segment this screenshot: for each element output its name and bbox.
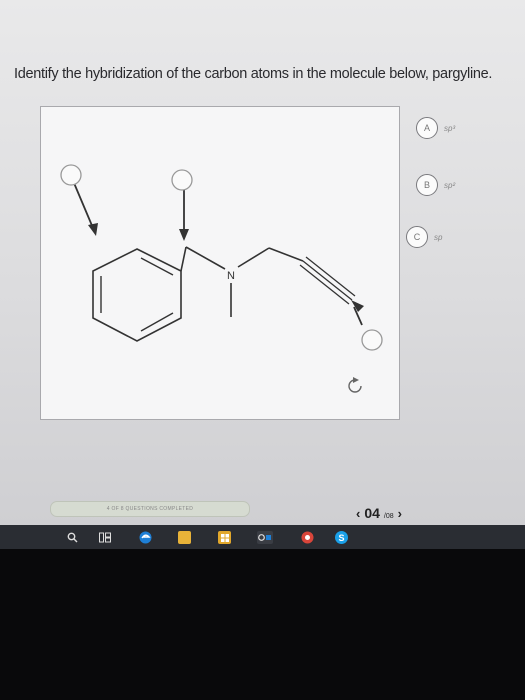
question-text: Identify the hybridization of the carbon… xyxy=(14,66,493,82)
choice-c[interactable]: C sp xyxy=(406,226,442,248)
search-icon[interactable] xyxy=(66,531,79,544)
bond-ch2-n xyxy=(185,246,226,270)
molecule-drawing-area[interactable]: N xyxy=(40,106,400,420)
taskbar: S xyxy=(0,525,525,549)
screen: Identify the hybridization of the carbon… xyxy=(0,0,525,525)
progress-indicator: 4 OF 8 QUESTIONS COMPLETED xyxy=(50,501,250,517)
choice-a-label: sp³ xyxy=(444,123,456,133)
next-question-button[interactable]: › xyxy=(398,506,402,521)
triple-bond-c xyxy=(299,264,350,305)
task-view-icon[interactable] xyxy=(98,531,111,544)
skype-icon[interactable]: S xyxy=(335,531,348,544)
store-icon[interactable] xyxy=(218,531,231,544)
choice-c-label: sp xyxy=(434,232,443,242)
bond-ring-ch2 xyxy=(180,246,187,272)
bond-ch2-alkyne xyxy=(268,247,304,262)
edge-icon[interactable] xyxy=(139,531,152,544)
choice-b-label: sp² xyxy=(444,180,456,190)
choice-a-circle[interactable]: A xyxy=(416,117,438,139)
drop-target-2[interactable] xyxy=(171,169,193,191)
total-questions: /08 xyxy=(383,513,394,520)
file-explorer-icon[interactable] xyxy=(178,531,191,544)
choice-c-circle[interactable]: C xyxy=(406,226,428,248)
choice-a[interactable]: A sp³ xyxy=(416,117,455,139)
arrow-1-head xyxy=(88,223,98,236)
monitor-bezel xyxy=(0,549,525,700)
arrow-1-shaft xyxy=(73,182,94,229)
bond-n-ch2 xyxy=(237,247,270,268)
drop-target-3[interactable] xyxy=(361,329,383,351)
progress-text: 4 OF 8 QUESTIONS COMPLETED xyxy=(106,506,194,512)
chrome-icon[interactable] xyxy=(301,531,314,544)
reset-icon[interactable] xyxy=(348,377,362,393)
molecule-structure: N xyxy=(60,164,383,393)
prev-question-button[interactable]: ‹ xyxy=(356,506,360,521)
benzene-double-bond-2 xyxy=(140,312,174,332)
benzene-double-bond-1 xyxy=(140,257,174,276)
choice-b-circle[interactable]: B xyxy=(416,174,438,196)
arrow-3-head xyxy=(351,300,364,312)
benzene-ring xyxy=(92,248,182,342)
current-question-number: 04 xyxy=(364,505,380,521)
arrow-2-head xyxy=(179,229,189,241)
nitrogen-label: N xyxy=(227,270,235,282)
triple-bond-b xyxy=(305,256,356,297)
drop-target-1[interactable] xyxy=(60,164,82,186)
question-pager: ‹ 04 /08 › xyxy=(356,505,402,521)
choice-b[interactable]: B sp² xyxy=(416,174,455,196)
office-icon[interactable] xyxy=(257,531,273,544)
triple-bond-a xyxy=(302,260,353,301)
